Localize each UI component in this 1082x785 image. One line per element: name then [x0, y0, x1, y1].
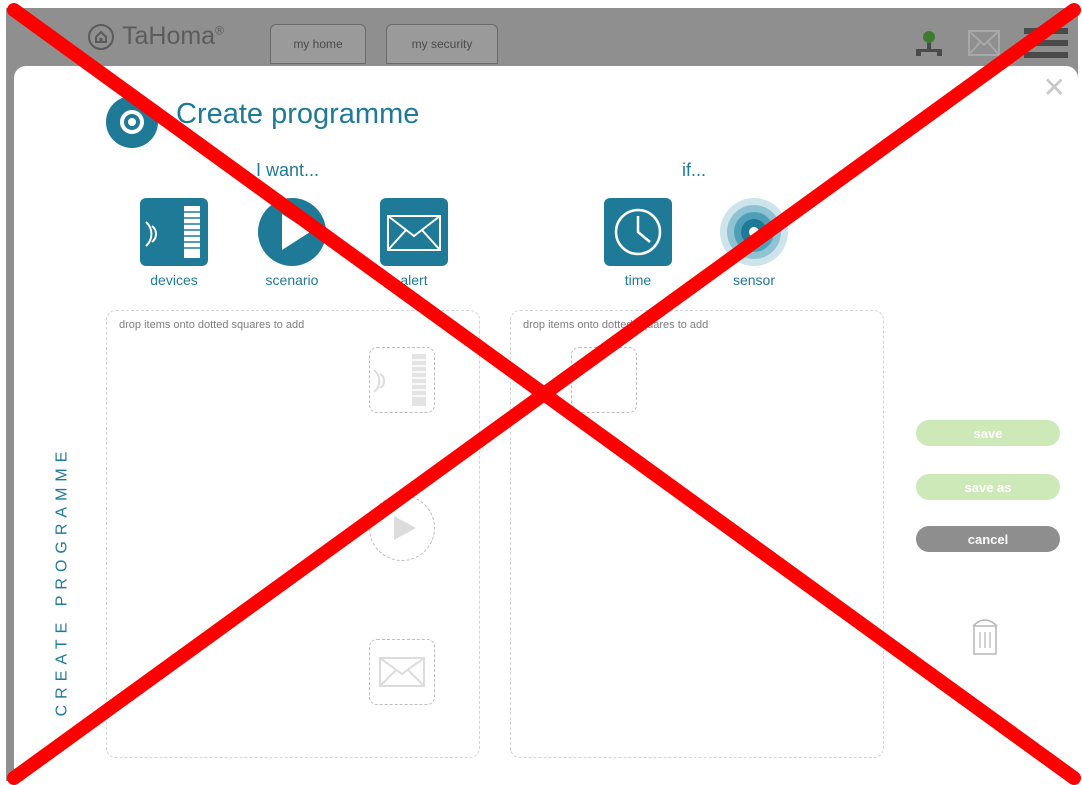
- alert-drop-slot[interactable]: [369, 639, 435, 705]
- if-drop-area[interactable]: drop items onto dotted squares to add: [510, 310, 884, 758]
- tool-sensor[interactable]: sensor: [714, 198, 794, 288]
- tahoma-logo[interactable]: TaHoma®: [88, 22, 224, 51]
- clock-icon: [604, 198, 672, 266]
- condition-drop-slot[interactable]: [571, 347, 637, 413]
- tab-my-home[interactable]: my home: [270, 24, 366, 64]
- programme-icon: [106, 96, 158, 148]
- side-label: CREATE PROGRAMME: [53, 445, 71, 717]
- want-drop-area[interactable]: drop items onto dotted squares to add: [106, 310, 480, 758]
- close-icon[interactable]: ✕: [1043, 74, 1066, 102]
- tool-time-label: time: [624, 272, 652, 288]
- cancel-button[interactable]: cancel: [916, 526, 1060, 552]
- tab-my-security[interactable]: my security: [386, 24, 498, 64]
- want-heading: I want...: [256, 160, 320, 180]
- network-status-icon[interactable]: [912, 28, 946, 63]
- envelope-icon: [380, 198, 448, 266]
- tool-time[interactable]: time: [598, 198, 678, 288]
- tool-scenario-label: scenario: [265, 272, 319, 288]
- menu-icon[interactable]: [1024, 28, 1068, 63]
- tool-alert[interactable]: alert: [374, 198, 454, 288]
- create-programme-dialog: ✕ Create programme CREATE PROGRAMME I wa…: [14, 66, 1078, 781]
- tool-scenario[interactable]: scenario: [252, 198, 332, 288]
- drop-hint: drop items onto dotted squares to add: [523, 319, 709, 331]
- devices-icon: [140, 198, 208, 266]
- house-icon: [88, 23, 114, 50]
- devices-drop-slot[interactable]: [369, 347, 435, 413]
- tool-devices-label: devices: [150, 272, 198, 288]
- scenario-drop-slot[interactable]: [369, 495, 435, 561]
- if-heading: if...: [682, 160, 707, 180]
- trash-icon[interactable]: [970, 614, 1000, 661]
- sensor-icon: [720, 198, 788, 266]
- dialog-title: Create programme: [176, 98, 420, 130]
- save-as-button[interactable]: save as: [916, 474, 1060, 500]
- logo-text: TaHoma®: [122, 22, 224, 50]
- save-button[interactable]: save: [916, 420, 1060, 446]
- tool-sensor-label: sensor: [732, 272, 776, 288]
- tool-devices[interactable]: devices: [134, 198, 214, 288]
- app-screen: TaHoma® my home my security ✕ Create pro…: [6, 8, 1078, 781]
- drop-hint: drop items onto dotted squares to add: [119, 319, 305, 331]
- tool-alert-label: alert: [400, 272, 428, 288]
- mail-icon[interactable]: [968, 30, 1000, 61]
- play-icon: [258, 198, 326, 266]
